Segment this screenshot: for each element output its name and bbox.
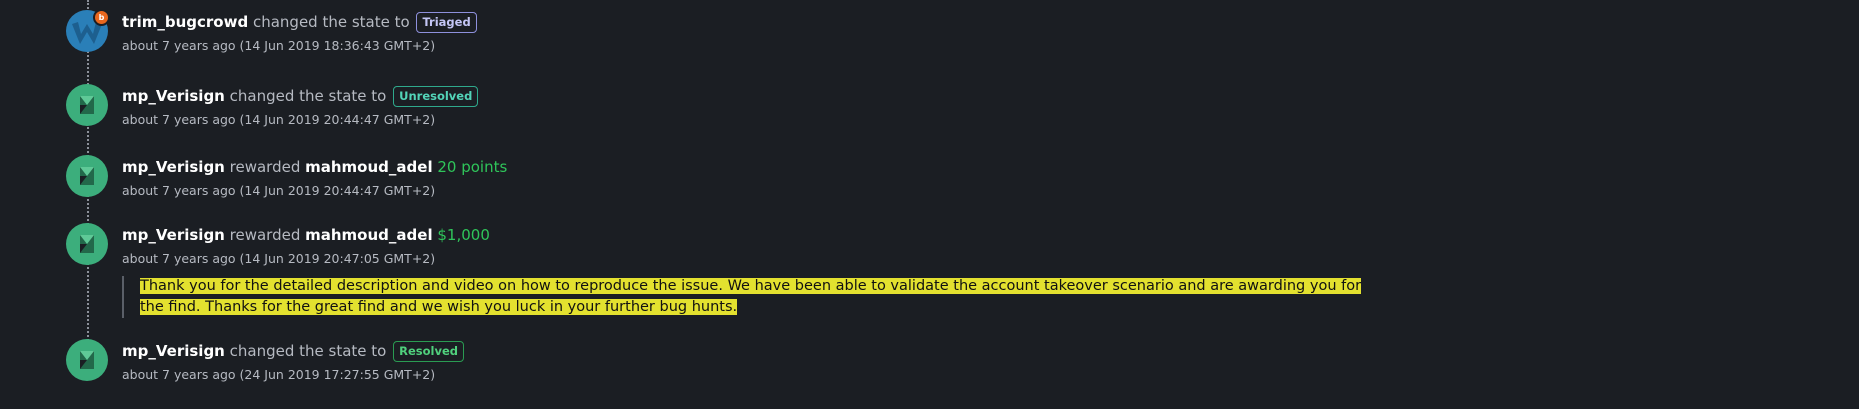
activity-verb: changed the state to [252, 13, 410, 31]
target-user-link[interactable]: mahmoud_adel [305, 158, 432, 176]
activity-timestamp: about 7 years ago (14 Jun 2019 20:44:47 … [122, 112, 436, 127]
actor-link[interactable]: mp_Verisign [122, 158, 225, 176]
bugcrowd-avatar-icon[interactable]: b [66, 9, 110, 52]
state-badge: Resolved [393, 341, 464, 362]
actor-link[interactable]: mp_Verisign [122, 87, 225, 105]
bugcrowd-badge-icon: b [93, 9, 110, 26]
activity-timestamp: about 7 years ago (14 Jun 2019 20:47:05 … [122, 251, 436, 266]
actor-link[interactable]: mp_Verisign [122, 342, 225, 360]
activity-timestamp: about 7 years ago (14 Jun 2019 18:36:43 … [122, 38, 436, 53]
activity-verb: rewarded [229, 226, 301, 244]
activity-verb: changed the state to [229, 342, 387, 360]
reward-amount: 20 points [437, 158, 508, 176]
activity-timestamp: about 7 years ago (14 Jun 2019 20:44:47 … [122, 183, 436, 198]
reward-amount: $1,000 [437, 226, 490, 244]
verisign-avatar-icon[interactable] [66, 223, 108, 265]
activity-verb: rewarded [229, 158, 301, 176]
verisign-avatar-icon[interactable] [66, 339, 108, 381]
actor-link[interactable]: trim_bugcrowd [122, 13, 248, 31]
verisign-avatar-icon[interactable] [66, 155, 108, 197]
comment-text: Thank you for the detailed description a… [140, 278, 1362, 315]
activity-summary: trim_bugcrowd changed the state to Triag… [122, 12, 477, 33]
activity-verb: changed the state to [229, 87, 387, 105]
reward-comment: Thank you for the detailed description a… [122, 276, 1380, 318]
activity-summary: mp_Verisign rewarded mahmoud_adel 20 poi… [122, 157, 507, 177]
state-badge: Triaged [416, 12, 477, 33]
activity-summary: mp_Verisign changed the state to Resolve… [122, 341, 464, 362]
verisign-avatar-icon[interactable] [66, 84, 108, 126]
activity-summary: mp_Verisign rewarded mahmoud_adel $1,000 [122, 225, 490, 245]
activity-timestamp: about 7 years ago (24 Jun 2019 17:27:55 … [122, 367, 436, 382]
state-badge: Unresolved [393, 86, 479, 107]
target-user-link[interactable]: mahmoud_adel [305, 226, 432, 244]
activity-summary: mp_Verisign changed the state to Unresol… [122, 86, 479, 107]
actor-link[interactable]: mp_Verisign [122, 226, 225, 244]
